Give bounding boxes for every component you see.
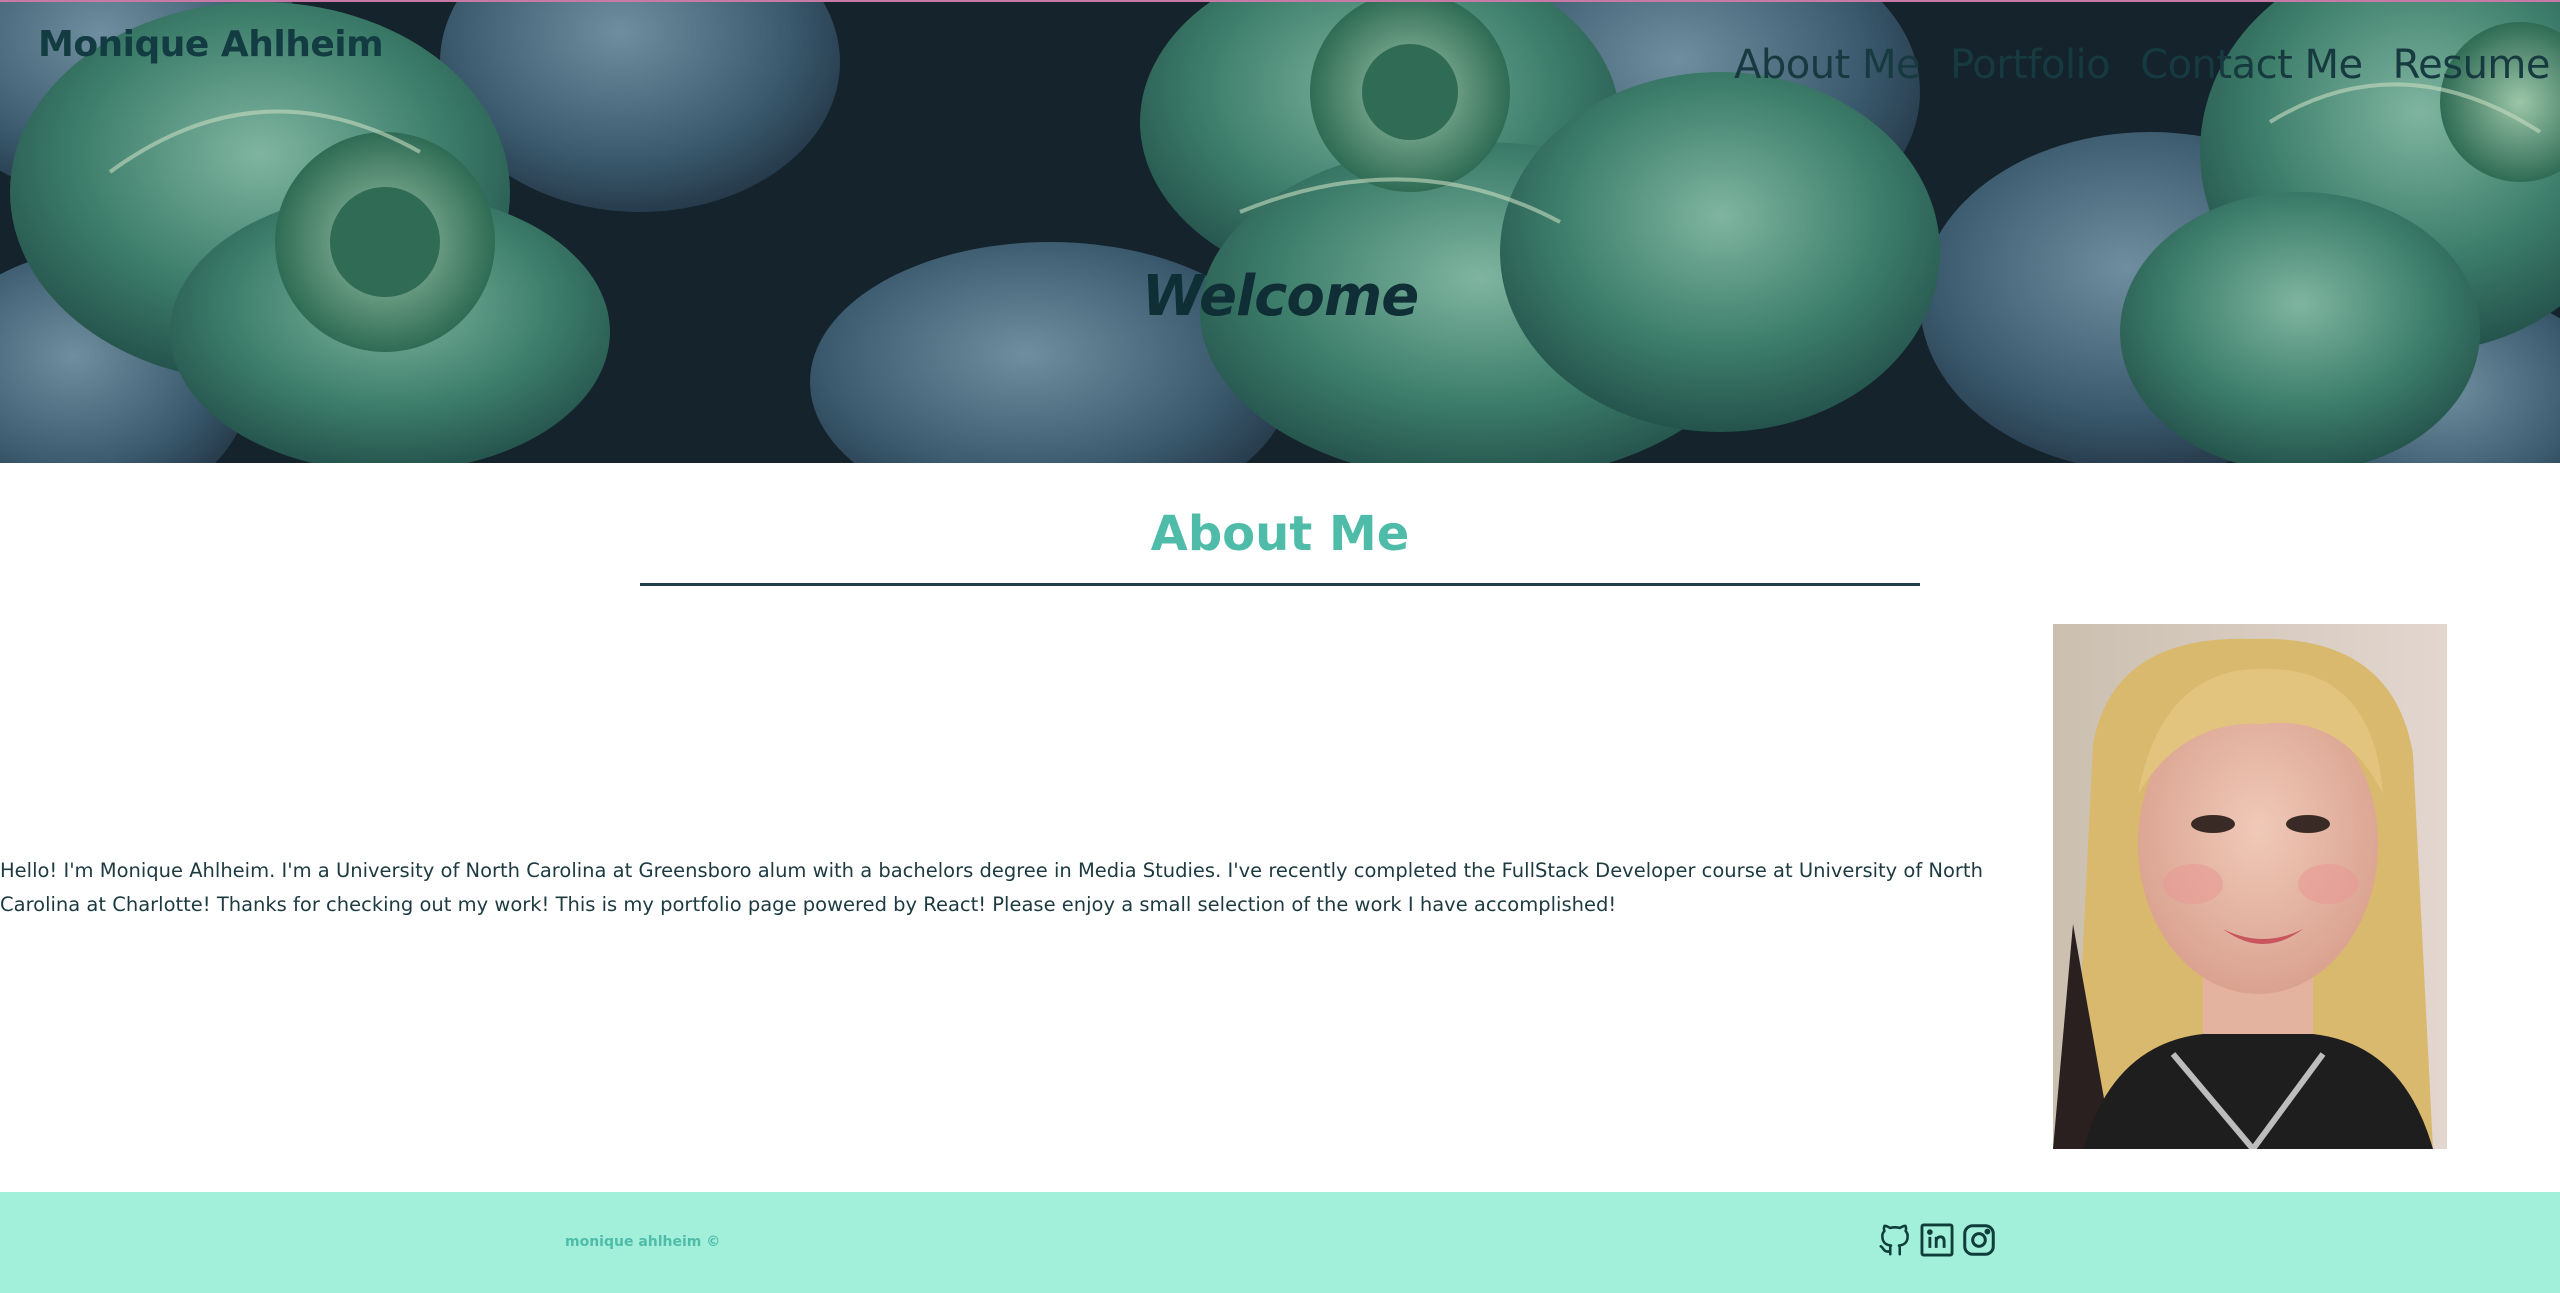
instagram-link[interactable]: [1960, 1220, 1998, 1260]
linkedin-link[interactable]: [1918, 1220, 1956, 1260]
github-icon: [1879, 1224, 1909, 1256]
footer-copyright: monique ahlheim ©: [565, 1234, 721, 1250]
nav-link-portfolio[interactable]: Portfolio: [1950, 42, 2111, 88]
nav-link-about-me[interactable]: About Me: [1734, 42, 1921, 88]
heading-divider: [640, 583, 1920, 586]
about-body-text: Hello! I'm Monique Ahlheim. I'm a Univer…: [0, 859, 1983, 916]
site-title[interactable]: Monique Ahlheim: [38, 24, 384, 65]
footer: monique ahlheim ©: [0, 1192, 2560, 1293]
linkedin-icon: [1920, 1223, 1954, 1257]
hero-banner: Monique Ahlheim About Me Portfolio Conta…: [0, 0, 2560, 463]
about-heading: About Me: [1150, 506, 1410, 562]
nav-link-contact-me[interactable]: Contact Me: [2140, 42, 2363, 88]
github-link[interactable]: [1876, 1220, 1914, 1260]
instagram-icon: [1963, 1224, 1995, 1256]
hero-welcome-text: Welcome: [1141, 264, 1419, 329]
social-links: [1876, 1220, 1998, 1260]
nav-link-resume[interactable]: Resume: [2393, 42, 2551, 88]
profile-photo: [2053, 624, 2447, 1149]
main-nav: About Me Portfolio Contact Me Resume: [1734, 42, 2551, 88]
